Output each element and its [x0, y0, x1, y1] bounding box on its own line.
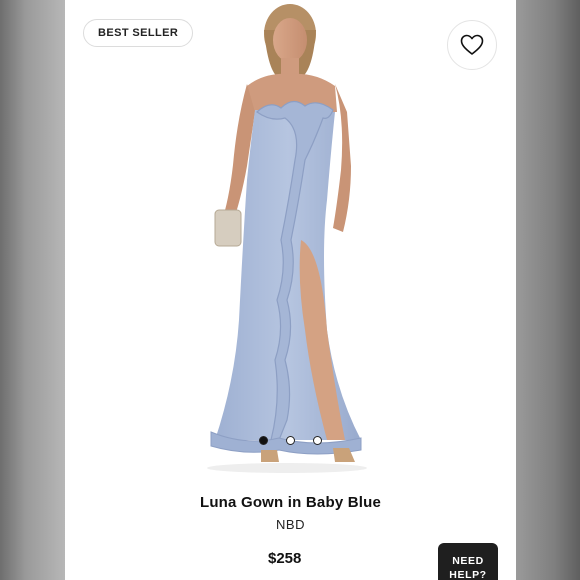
- background-right: [516, 0, 580, 580]
- product-brand[interactable]: NBD: [65, 517, 516, 532]
- need-help-line2: HELP?: [449, 569, 487, 580]
- product-image[interactable]: [65, 0, 516, 480]
- need-help-button[interactable]: NEED HELP?: [438, 543, 498, 580]
- heart-icon: [460, 34, 484, 55]
- product-card: BEST SELLER Luna Gown in Baby Blue NBD $…: [65, 0, 516, 580]
- wishlist-button[interactable]: [447, 20, 497, 70]
- product-price: $258: [268, 550, 302, 567]
- carousel-dot-1[interactable]: [259, 436, 268, 445]
- carousel-dot-3[interactable]: [313, 436, 322, 445]
- carousel-indicators: [65, 436, 516, 448]
- background-left: [0, 0, 65, 580]
- best-seller-badge: BEST SELLER: [83, 19, 194, 47]
- product-name[interactable]: Luna Gown in Baby Blue: [65, 494, 516, 511]
- need-help-line1: NEED: [452, 555, 484, 567]
- carousel-dot-2[interactable]: [286, 436, 295, 445]
- product-photo: [207, 4, 367, 473]
